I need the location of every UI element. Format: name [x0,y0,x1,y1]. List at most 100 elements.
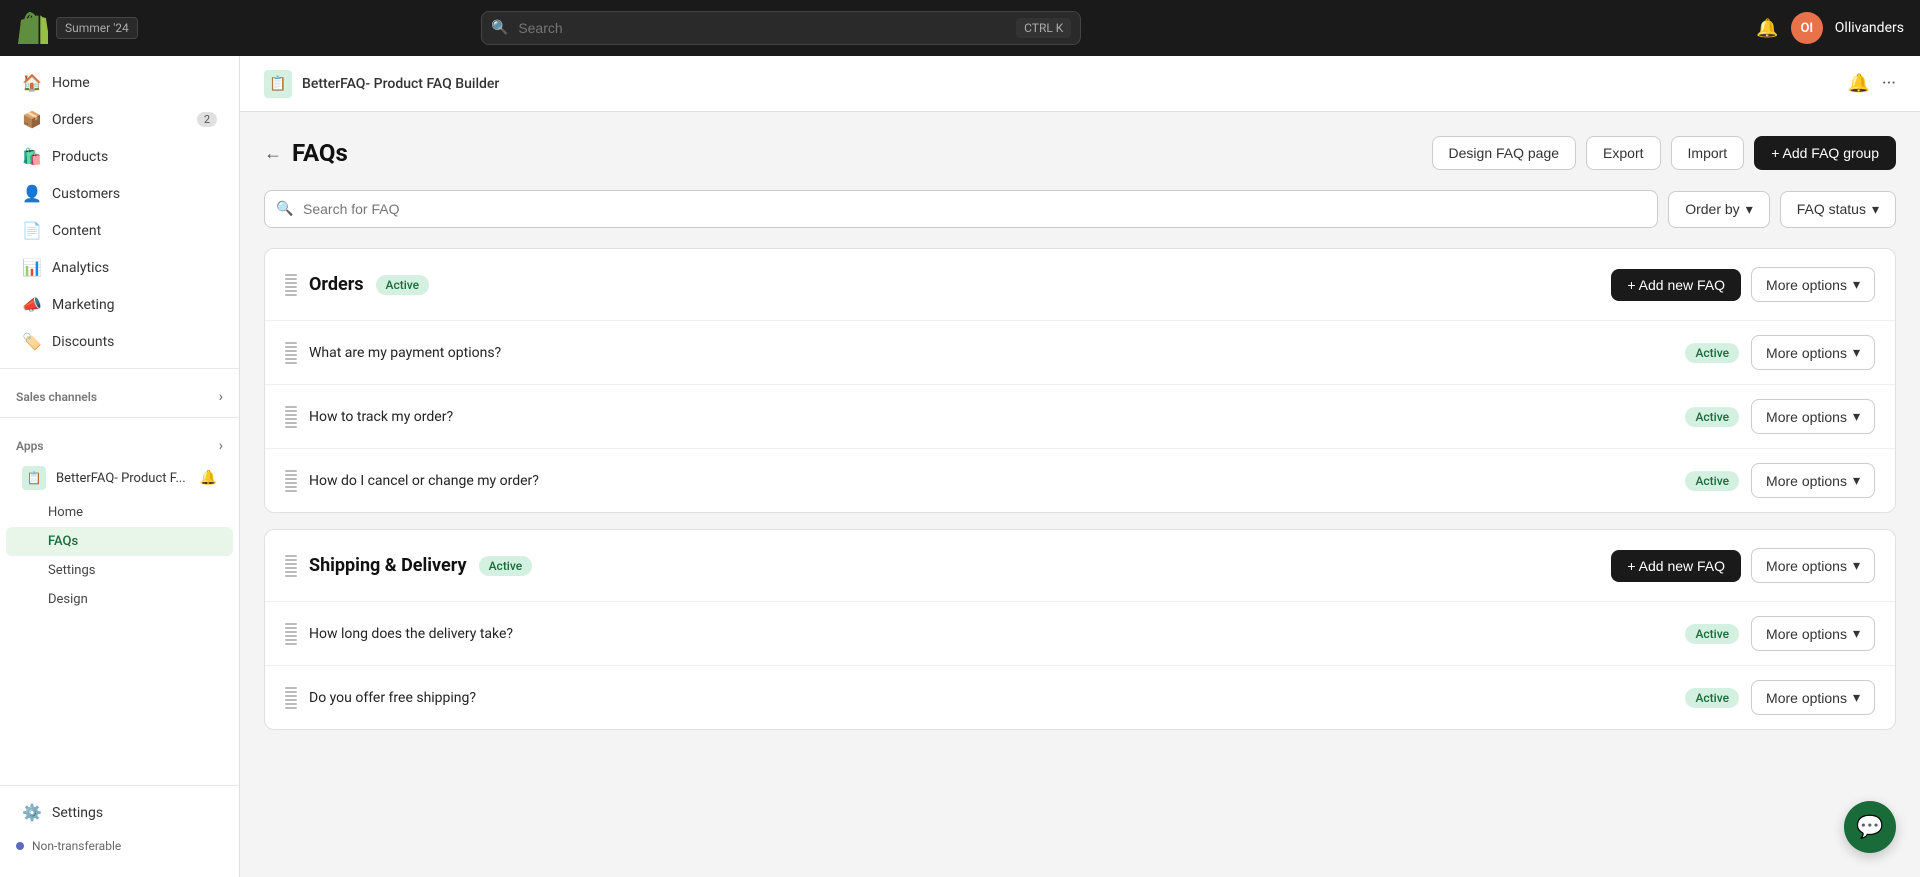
orders-group-actions: + Add new FAQ More options ▾ [1611,267,1875,302]
app-header-right: 🔔 ··· [1847,73,1896,94]
faq-status-label: FAQ status [1797,201,1866,217]
sales-channels-label: Sales channels [16,390,97,404]
discounts-icon: 🏷️ [22,332,42,351]
page-actions: Design FAQ page Export Import + Add FAQ … [1432,136,1896,170]
main-content: ← FAQs Design FAQ page Export Import + A… [240,112,1920,877]
app-more-icon[interactable]: ··· [1882,73,1896,94]
topbar: Summer '24 🔍 CTRL K 🔔 OI Ollivanders [0,0,1920,56]
sidebar-item-analytics[interactable]: 📊 Analytics [6,249,233,286]
faq-item-more-options-button[interactable]: More options ▾ [1751,399,1875,434]
faq-question: How long does the delivery take? [309,626,1673,642]
sidebar-item-home[interactable]: 🏠 Home [6,64,233,101]
orders-group-title: Orders [309,274,364,295]
drag-handle-shipping[interactable] [285,555,297,577]
faq-group-shipping: Shipping & Delivery Active + Add new FAQ… [264,529,1896,730]
sidebar-item-marketing[interactable]: 📣 Marketing [6,286,233,323]
shipping-more-options-button[interactable]: More options ▾ [1751,548,1875,583]
faq-group-orders: Orders Active + Add new FAQ More options… [264,248,1896,513]
drag-handle-item[interactable] [285,342,297,364]
search-field[interactable]: 🔍 [264,190,1658,228]
chat-icon: 💬 [1856,815,1883,840]
sidebar-item-discounts[interactable]: 🏷️ Discounts [6,323,233,360]
faq-item-more-options-button[interactable]: More options ▾ [1751,680,1875,715]
orders-group-status-badge: Active [376,275,430,295]
app-header-title: BetterFAQ- Product FAQ Builder [302,76,499,92]
search-icon: 🔍 [276,201,293,217]
faq-item-more-options-button[interactable]: More options ▾ [1751,335,1875,370]
topbar-search[interactable]: 🔍 CTRL K [481,11,1081,45]
sales-channels-header[interactable]: Sales channels › [0,377,239,409]
back-arrow-icon[interactable]: ← [264,143,282,164]
shipping-add-faq-button[interactable]: + Add new FAQ [1611,550,1741,582]
sidebar-item-orders[interactable]: 📦 Orders 2 [6,101,233,138]
chat-button[interactable]: 💬 [1844,801,1896,853]
sales-channels-chevron-icon: › [219,389,223,405]
chevron-down-icon: ▾ [1853,472,1860,489]
analytics-icon: 📊 [22,258,42,277]
drag-handle-item[interactable] [285,687,297,709]
faq-status-button[interactable]: FAQ status ▾ [1780,191,1896,228]
faq-item-row: How long does the delivery take? Active … [265,602,1895,666]
sidebar-item-products[interactable]: 🛍️ Products [6,138,233,175]
faq-status-chevron-icon: ▾ [1872,201,1879,218]
app-betterfaq[interactable]: 📋 BetterFAQ- Product F... 🔔 [6,458,233,498]
order-by-button[interactable]: Order by ▾ [1668,191,1770,228]
export-button[interactable]: Export [1586,136,1660,170]
faq-item-more-options-button[interactable]: More options ▾ [1751,463,1875,498]
sidebar-subitem-settings[interactable]: Settings [6,556,233,585]
home-icon: 🏠 [22,73,42,92]
sidebar: 🏠 Home 📦 Orders 2 🛍️ Products 👤 Customer… [0,56,240,877]
settings-icon: ⚙️ [22,803,42,822]
search-input[interactable] [481,11,1081,45]
sidebar-subitem-faqs[interactable]: FAQs [6,527,233,556]
faq-item-row: Do you offer free shipping? Active More … [265,666,1895,729]
more-options-chevron-icon: ▾ [1853,557,1860,574]
page-title-wrap: ← FAQs [264,139,348,167]
sidebar-item-label: Marketing [52,297,115,313]
sub-item-label: Settings [48,563,95,578]
faq-group-shipping-header: Shipping & Delivery Active + Add new FAQ… [265,530,1895,602]
drag-handle-orders[interactable] [285,274,297,296]
drag-handle-item[interactable] [285,470,297,492]
apps-chevron-icon: › [219,438,223,454]
sidebar-item-settings[interactable]: ⚙️ Settings [6,794,233,831]
search-shortcut: CTRL K [1016,18,1071,38]
shipping-group-title: Shipping & Delivery [309,555,467,576]
faq-question: How to track my order? [309,409,1673,425]
app-bell-icon[interactable]: 🔔 [1847,73,1869,94]
sidebar-item-label: Content [52,223,101,239]
settings-label: Settings [52,805,103,821]
topbar-right: 🔔 OI Ollivanders [1756,12,1904,44]
sidebar-subitem-design[interactable]: Design [6,585,233,614]
avatar[interactable]: OI [1791,12,1823,44]
sidebar-item-content[interactable]: 📄 Content [6,212,233,249]
faq-item-row: What are my payment options? Active More… [265,321,1895,385]
notification-bell-icon[interactable]: 🔔 [1756,18,1778,39]
sidebar-item-label: Products [52,149,108,165]
drag-handle-item[interactable] [285,623,297,645]
store-name: Ollivanders [1835,20,1904,36]
sidebar-divider-2 [0,417,239,418]
order-by-label: Order by [1685,201,1739,217]
faq-item-status-badge: Active [1685,688,1739,708]
chevron-down-icon: ▾ [1853,689,1860,706]
drag-handle-item[interactable] [285,406,297,428]
content-area: 📋 BetterFAQ- Product FAQ Builder 🔔 ··· ←… [240,56,1920,877]
sidebar-subitem-home[interactable]: Home [6,498,233,527]
faq-item-row: How do I cancel or change my order? Acti… [265,449,1895,512]
faq-search-input[interactable] [264,190,1658,228]
import-button[interactable]: Import [1671,136,1745,170]
add-faq-group-button[interactable]: + Add FAQ group [1754,136,1896,170]
orders-add-faq-button[interactable]: + Add new FAQ [1611,269,1741,301]
sidebar-item-label: Discounts [52,334,114,350]
faq-item-actions: More options ▾ [1751,463,1875,498]
sub-item-label: Design [48,592,88,607]
faq-question: Do you offer free shipping? [309,690,1673,706]
faq-item-more-options-button[interactable]: More options ▾ [1751,616,1875,651]
sidebar-nav: 🏠 Home 📦 Orders 2 🛍️ Products 👤 Customer… [0,56,239,777]
orders-more-options-button[interactable]: More options ▾ [1751,267,1875,302]
apps-header[interactable]: Apps › [0,426,239,458]
sidebar-item-customers[interactable]: 👤 Customers [6,175,233,212]
design-faq-page-button[interactable]: Design FAQ page [1432,136,1577,170]
app-bell-icon[interactable]: 🔔 [200,470,217,486]
